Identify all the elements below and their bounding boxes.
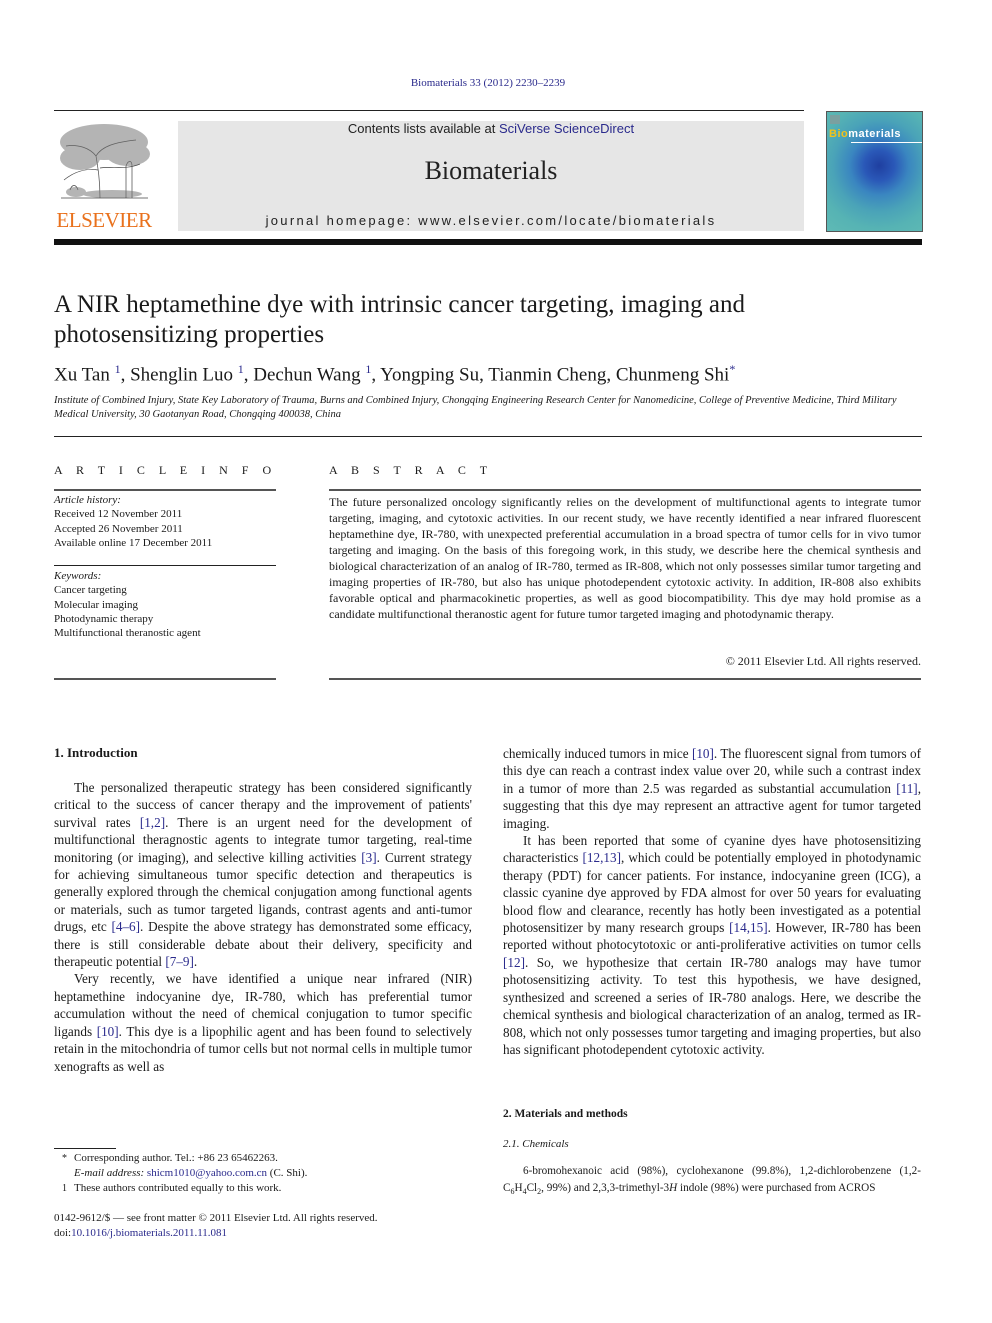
- text: Corresponding author. Tel.: +86 23 65462…: [74, 1152, 278, 1164]
- homepage-url-link[interactable]: www.elsevier.com/locate/biomaterials: [418, 213, 716, 228]
- reference-link[interactable]: [1,2]: [140, 815, 165, 830]
- article-info-heading: A R T I C L E I N F O: [54, 463, 277, 477]
- article-history: Article history: Received 12 November 20…: [54, 493, 276, 550]
- issn-line: 0142-9612/$ — see front matter © 2011 El…: [54, 1212, 378, 1224]
- abstract-copyright: © 2011 Elsevier Ltd. All rights reserved…: [725, 654, 921, 668]
- footnote-rule: [54, 1148, 116, 1149]
- cover-publisher-badge: [830, 115, 840, 124]
- keyword: Multifunctional theranostic agent: [54, 627, 201, 640]
- section-heading-introduction: 1. Introduction: [54, 745, 138, 760]
- footnotes: * Corresponding author. Tel.: +86 23 6546…: [54, 1151, 474, 1196]
- reference-link[interactable]: [11]: [896, 781, 917, 796]
- footnote-equal-contribution: 1 These authors contributed equally to th…: [54, 1181, 474, 1196]
- cover-title-rule: [851, 142, 922, 143]
- reference-link[interactable]: [14,15]: [729, 920, 767, 935]
- body-column-left: The personalized therapeutic strategy ha…: [54, 779, 472, 1075]
- reference-link[interactable]: [7–9]: [165, 954, 194, 969]
- reference-link[interactable]: [3]: [361, 850, 376, 865]
- author-list: Xu Tan 1, Shenglin Luo 1, Dechun Wang 1,…: [54, 362, 736, 386]
- history-heading: Article history:: [54, 494, 121, 506]
- text: (C. Shi).: [267, 1167, 308, 1179]
- header-rule: [54, 110, 804, 111]
- paragraph: The personalized therapeutic strategy ha…: [54, 779, 472, 970]
- author-footnote-mark[interactable]: 1: [238, 362, 244, 376]
- affiliation: Institute of Combined Injury, State Key …: [54, 395, 897, 420]
- elsevier-tree-icon: [60, 124, 150, 199]
- contents-availability: Contents lists available at SciVerse Sci…: [178, 121, 804, 136]
- text: H: [514, 1181, 523, 1194]
- keyword: Cancer targeting: [54, 584, 127, 597]
- keywords-heading: Keywords:: [54, 570, 102, 582]
- elsevier-wordmark: ELSEVIER: [56, 208, 152, 232]
- article-info-rule: [54, 678, 276, 680]
- homepage-prefix: journal homepage:: [265, 213, 419, 228]
- contents-prefix: Contents lists available at: [347, 121, 499, 136]
- author[interactable]: Yongping Su: [380, 364, 479, 385]
- footnote-mark: *: [62, 1153, 67, 1164]
- author[interactable]: Dechun Wang: [253, 364, 360, 385]
- section-heading-methods: 2. Materials and methods: [503, 1108, 628, 1120]
- doi-line: doi:10.1016/j.biomaterials.2011.11.081: [54, 1226, 494, 1241]
- text: , 99%) and 2,3,3-trimethyl-3: [541, 1181, 670, 1194]
- cover-title-highlight: Bio: [829, 128, 849, 140]
- corresponding-author-mark[interactable]: *: [729, 362, 735, 376]
- elsevier-logo[interactable]: ELSEVIER: [54, 120, 154, 232]
- subsection-heading-chemicals: 2.1. Chemicals: [503, 1138, 569, 1150]
- affiliation-rule: [54, 436, 922, 437]
- text: . So, we hypothesize that certain IR-780…: [503, 954, 921, 1057]
- abstract-heading: A B S T R A C T: [329, 463, 493, 477]
- abstract-body: The future personalized oncology signifi…: [329, 495, 921, 621]
- keyword: Molecular imaging: [54, 598, 139, 611]
- text: These authors contributed equally to thi…: [74, 1182, 282, 1194]
- keyword: Photodynamic therapy: [54, 612, 154, 625]
- article-title: A NIR heptamethine dye with intrinsic ca…: [54, 291, 746, 348]
- cover-title-rest: materials: [848, 128, 902, 140]
- journal-citation[interactable]: Biomaterials 33 (2012) 2230–2239: [0, 77, 976, 89]
- paragraph-continued: chemically induced tumors in mice [10]. …: [503, 745, 921, 832]
- author[interactable]: Shenglin Luo: [130, 364, 233, 385]
- abstract-rule: [329, 489, 921, 491]
- keywords: Keywords: Cancer targeting Molecular ima…: [54, 569, 276, 640]
- journal-masthead: Contents lists available at SciVerse Sci…: [178, 121, 804, 231]
- reference-link[interactable]: [4–6]: [111, 919, 140, 934]
- doi-link[interactable]: 10.1016/j.biomaterials.2011.11.081: [71, 1227, 227, 1239]
- reference-link[interactable]: [10]: [97, 1024, 119, 1039]
- text: Cl: [526, 1181, 538, 1194]
- reference-link[interactable]: [10]: [692, 746, 714, 761]
- text: indole (98%) were purchased from ACROS: [677, 1181, 876, 1194]
- doi-prefix: doi:: [54, 1227, 72, 1239]
- author[interactable]: Tianmin Cheng: [488, 364, 606, 385]
- author[interactable]: Xu Tan: [54, 364, 110, 385]
- email-link[interactable]: shicm1010@yahoo.com.cn: [147, 1167, 267, 1179]
- reference-link[interactable]: [12]: [503, 955, 525, 970]
- author-footnote-mark[interactable]: 1: [365, 362, 371, 376]
- email-label: E-mail address:: [74, 1167, 147, 1179]
- cover-title: Biomaterials: [829, 128, 901, 140]
- history-accepted: Accepted 26 November 2011: [54, 522, 183, 535]
- body-column-right: chemically induced tumors in mice [10] . …: [503, 745, 921, 1058]
- masthead-divider: [54, 239, 922, 245]
- text: .: [193, 954, 198, 970]
- footnote-email: E-mail address: shicm1010@yahoo.com.cn (…: [54, 1166, 474, 1181]
- author[interactable]: Chunmeng Shi: [616, 364, 729, 385]
- footnote-mark: 1: [62, 1183, 67, 1194]
- text: chemically induced tumors in mice: [503, 746, 692, 761]
- history-received: Received 12 November 2011: [54, 508, 183, 521]
- journal-homepage: journal homepage: www.elsevier.com/locat…: [178, 213, 804, 228]
- article-info-rule: [54, 565, 276, 566]
- abstract-rule: [329, 678, 921, 680]
- front-matter: 0142-9612/$ — see front matter © 2011 El…: [54, 1211, 494, 1241]
- chemicals-paragraph: 6-bromohexanoic acid (98%), cyclohexanon…: [503, 1163, 921, 1200]
- author-footnote-mark[interactable]: 1: [115, 362, 121, 376]
- paragraph: Very recently, we have identified a uniq…: [54, 970, 472, 1074]
- article-info-rule: [54, 489, 276, 491]
- journal-name: Biomaterials: [424, 156, 558, 185]
- sciencedirect-link[interactable]: SciVerse ScienceDirect: [499, 121, 634, 136]
- history-online: Available online 17 December 2011: [54, 536, 213, 549]
- paragraph: It has been reported that some of cyanin…: [503, 832, 921, 1058]
- footnote-corresponding: * Corresponding author. Tel.: +86 23 6546…: [54, 1151, 474, 1166]
- journal-cover-image[interactable]: Biomaterials: [826, 111, 923, 232]
- reference-link[interactable]: [12,13]: [583, 850, 621, 865]
